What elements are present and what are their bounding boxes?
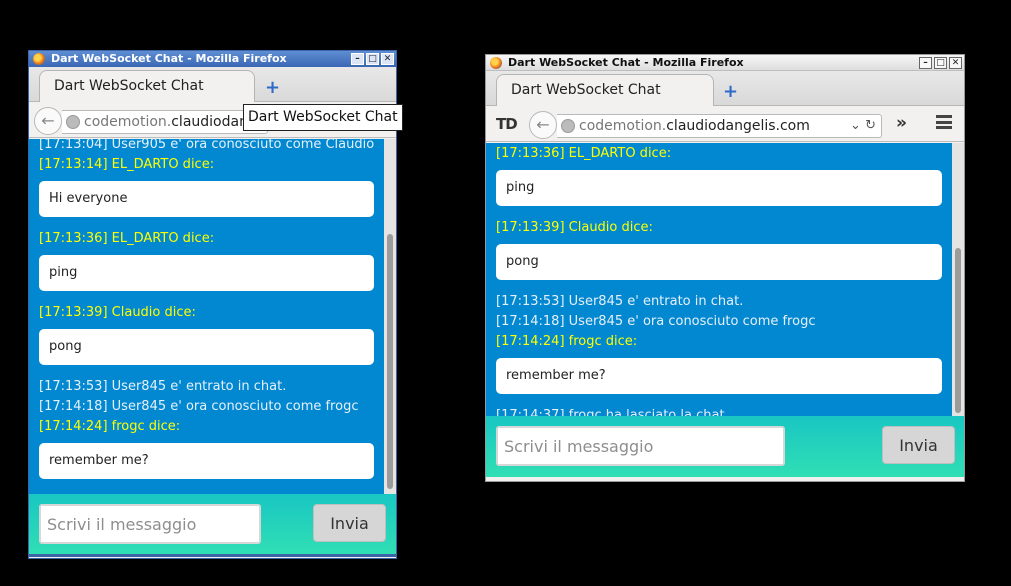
- chat-message-bubble: ping: [39, 255, 374, 291]
- hamburger-menu-icon[interactable]: [936, 115, 952, 129]
- chat-system-line: [17:14:18] User845 e' ora conosciuto com…: [39, 399, 359, 414]
- url-prefix: codemotion.: [579, 118, 667, 134]
- chat-system-line: [17:13:04] User905 e' ora conosciuto com…: [39, 139, 375, 152]
- message-input[interactable]: [39, 504, 261, 544]
- chat-message-header: [17:13:14] EL_DARTO dice:: [39, 157, 215, 172]
- window-bottom-border: [29, 554, 396, 557]
- firefox-logo-icon: [490, 57, 502, 69]
- tab-title-tooltip: Dart WebSocket Chat: [243, 104, 403, 131]
- overflow-chevrons-icon[interactable]: »: [896, 113, 907, 133]
- chat-message-bubble: ping: [496, 170, 942, 206]
- tab-label: Dart WebSocket Chat: [511, 82, 661, 98]
- message-composer: Invia: [29, 494, 396, 554]
- firefox-logo-icon: [33, 53, 45, 65]
- site-identity-icon[interactable]: [561, 119, 575, 133]
- tab-strip: Dart WebSocket Chat +: [29, 67, 396, 102]
- window-title: Dart WebSocket Chat - Mozilla Firefox: [51, 52, 287, 65]
- url-actions: ⌄ ↻: [850, 115, 876, 137]
- scrollbar-thumb[interactable]: [955, 248, 961, 413]
- tab-label: Dart WebSocket Chat: [54, 78, 204, 94]
- scrollbar[interactable]: [384, 139, 396, 494]
- window-title: Dart WebSocket Chat - Mozilla Firefox: [508, 56, 744, 69]
- window-titlebar[interactable]: Dart WebSocket Chat - Mozilla Firefox – …: [29, 51, 396, 67]
- chat-system-line: [17:13:53] User845 e' entrato in chat.: [496, 294, 744, 309]
- chevron-down-icon[interactable]: ⌄: [850, 118, 861, 133]
- send-button[interactable]: Invia: [313, 504, 386, 542]
- site-identity-icon[interactable]: [66, 115, 80, 129]
- chat-system-line: [17:13:53] User845 e' entrato in chat.: [39, 379, 287, 394]
- window-titlebar[interactable]: Dart WebSocket Chat - Mozilla Firefox – …: [486, 55, 964, 71]
- minimize-button[interactable]: –: [919, 57, 932, 69]
- chat-message-header: [17:13:36] EL_DARTO dice:: [496, 146, 672, 161]
- chat-message-bubble: Hi everyone: [39, 181, 374, 217]
- new-tab-icon[interactable]: +: [723, 81, 738, 102]
- tab-dart-websocket-chat[interactable]: Dart WebSocket Chat: [496, 74, 714, 106]
- minimize-button[interactable]: –: [351, 53, 364, 65]
- chat-message-header: [17:13:39] Claudio dice:: [39, 305, 196, 320]
- message-list: [17:13:04] User905 e' ora conosciuto com…: [29, 139, 384, 494]
- url-host: claudiodangelis.com: [666, 118, 810, 134]
- back-arrow-icon[interactable]: ←: [34, 107, 62, 135]
- chat-system-line: [17:14:18] User845 e' ora conosciuto com…: [496, 314, 816, 329]
- td-logo-icon[interactable]: TD: [496, 115, 518, 133]
- url-bar[interactable]: codemotion.claudiodang: [62, 110, 268, 134]
- url-bar[interactable]: codemotion.claudiodangelis.com ⌄ ↻: [557, 114, 882, 138]
- chat-system-line: [17:14:37] frogc ha lasciato la chat.: [496, 408, 729, 416]
- maximize-button[interactable]: □: [934, 57, 947, 69]
- chat-message-header: [17:13:39] Claudio dice:: [496, 220, 653, 235]
- scrollbar-thumb[interactable]: [387, 234, 393, 489]
- chat-message-bubble: pong: [39, 329, 374, 365]
- chat-message-header: [17:14:24] frogc dice:: [496, 334, 638, 349]
- chat-message-bubble: remember me?: [39, 443, 374, 479]
- back-arrow-icon[interactable]: ←: [529, 111, 557, 139]
- message-composer: Invia: [486, 416, 964, 477]
- chat-message-header: [17:13:36] EL_DARTO dice:: [39, 231, 215, 246]
- chat-message-bubble: remember me?: [496, 358, 942, 394]
- close-window-button[interactable]: ✕: [381, 53, 394, 65]
- reload-icon[interactable]: ↻: [865, 118, 876, 133]
- chat-area: [17:13:04] User905 e' ora conosciuto com…: [29, 139, 396, 494]
- new-tab-icon[interactable]: +: [265, 77, 280, 98]
- message-input[interactable]: [496, 426, 785, 466]
- tab-dart-websocket-chat[interactable]: Dart WebSocket Chat: [39, 70, 255, 102]
- message-list: [17:13:36] EL_DARTO dice: ping [17:13:39] …: [486, 143, 952, 416]
- chat-message-header: [17:14:24] frogc dice:: [39, 419, 181, 434]
- chat-message-bubble: pong: [496, 244, 942, 280]
- chat-area: [17:13:36] EL_DARTO dice: ping [17:13:39] …: [486, 143, 964, 416]
- url-prefix: codemotion.: [84, 114, 172, 130]
- scrollbar[interactable]: [952, 143, 964, 416]
- close-window-button[interactable]: ✕: [949, 57, 962, 69]
- navigation-toolbar: TD ← codemotion.claudiodangelis.com ⌄ ↻ …: [486, 106, 964, 142]
- browser-window-2: Dart WebSocket Chat - Mozilla Firefox – …: [485, 54, 965, 482]
- tab-strip: Dart WebSocket Chat +: [486, 71, 964, 106]
- send-button[interactable]: Invia: [882, 426, 955, 464]
- maximize-button[interactable]: □: [366, 53, 379, 65]
